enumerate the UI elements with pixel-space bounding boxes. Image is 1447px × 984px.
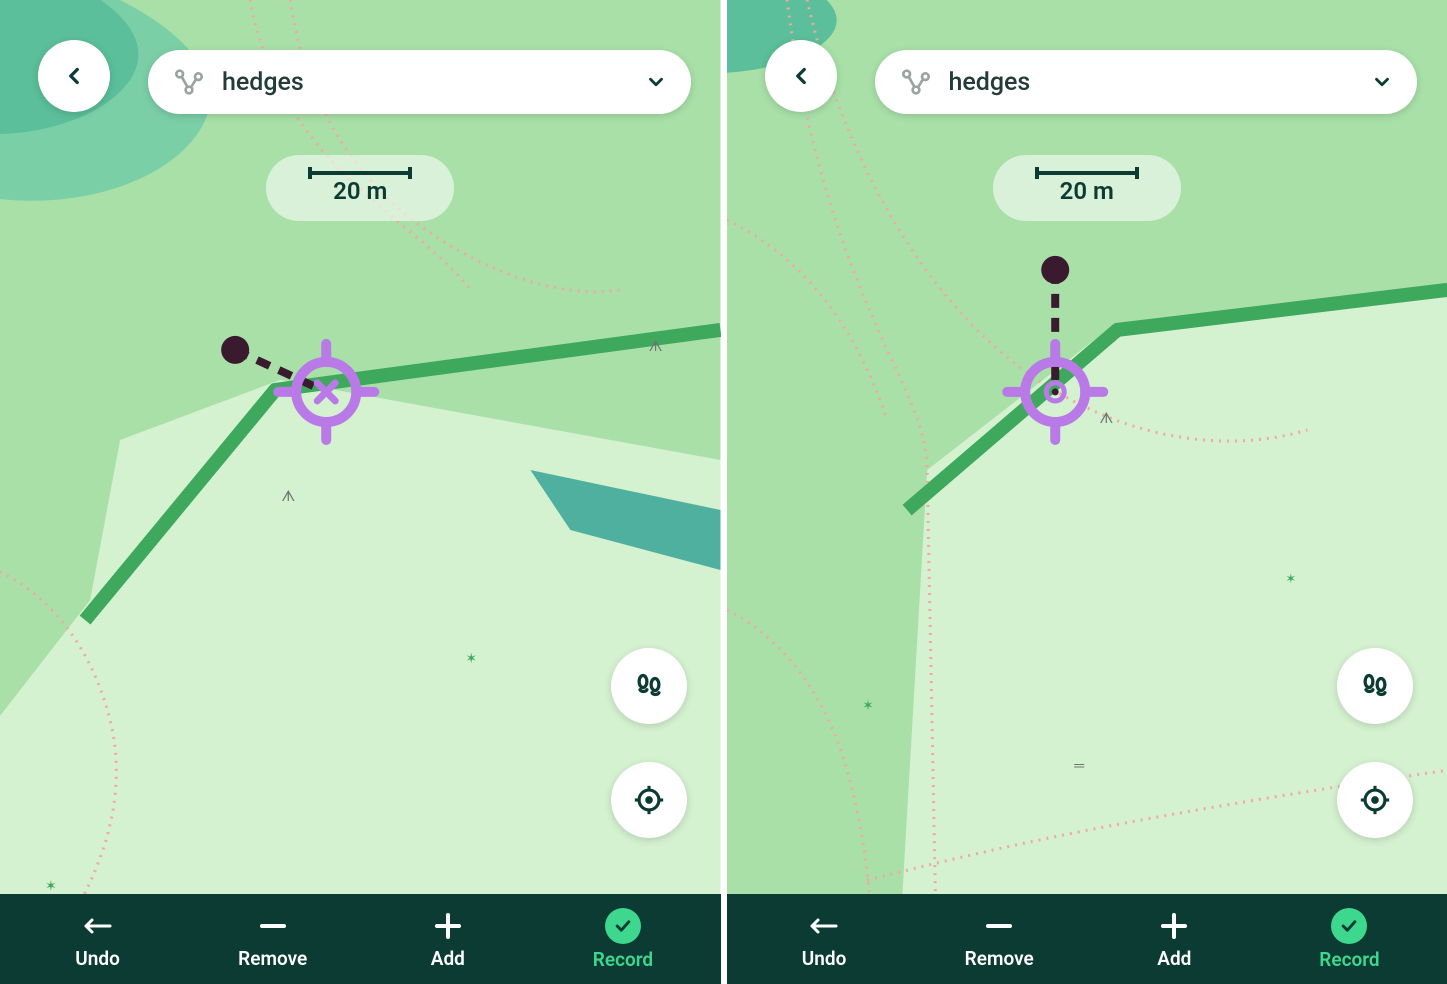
back-button[interactable]	[765, 40, 837, 112]
crosshair-icon	[632, 783, 666, 817]
layer-label: hedges	[949, 68, 1372, 97]
remove-button[interactable]: Remove	[949, 909, 1049, 970]
svg-text:ᗑ: ᗑ	[1099, 409, 1113, 427]
svg-text:✶: ✶	[45, 878, 57, 894]
footsteps-icon	[631, 668, 667, 704]
add-button[interactable]: Add	[398, 909, 498, 970]
crosshair-icon	[1358, 783, 1392, 817]
bottom-toolbar: Undo Remove Add Record	[727, 894, 1447, 984]
panel-right: ᗑ ═ ✶ ✶ hedges 20 m	[727, 0, 1447, 984]
chevron-left-icon	[61, 63, 87, 89]
scale-line-icon	[310, 171, 410, 175]
svg-text:✶: ✶	[862, 698, 874, 714]
gps-center-button[interactable]	[1337, 762, 1413, 838]
remove-button[interactable]: Remove	[223, 909, 323, 970]
scale-line-icon	[1037, 171, 1137, 175]
record-label: Record	[593, 948, 653, 971]
scale-label: 20 m	[333, 177, 387, 205]
minus-icon	[258, 909, 288, 943]
scale-label: 20 m	[1060, 177, 1114, 205]
gps-center-button[interactable]	[611, 762, 687, 838]
chevron-left-icon	[788, 63, 814, 89]
record-button[interactable]: Record	[573, 908, 673, 971]
undo-icon	[80, 909, 116, 943]
walk-mode-button[interactable]	[611, 648, 687, 724]
svg-text:ᗑ: ᗑ	[281, 487, 295, 505]
add-label: Add	[431, 947, 465, 970]
map-canvas-right[interactable]: ᗑ ═ ✶ ✶	[727, 0, 1447, 984]
undo-button[interactable]: Undo	[48, 909, 148, 970]
chevron-down-icon	[1371, 71, 1393, 93]
minus-icon	[984, 909, 1014, 943]
back-button[interactable]	[38, 40, 110, 112]
scale-bar: 20 m	[266, 155, 454, 221]
plus-icon	[433, 909, 463, 943]
undo-label: Undo	[802, 947, 847, 970]
bottom-toolbar: Undo Remove Add Record	[0, 894, 721, 984]
undo-button[interactable]: Undo	[774, 909, 874, 970]
svg-text:ᗑ: ᗑ	[648, 337, 662, 355]
svg-text:✶: ✶	[465, 651, 477, 667]
record-check-icon	[1331, 908, 1367, 944]
record-check-icon	[605, 908, 641, 944]
plus-icon	[1159, 909, 1189, 943]
remove-label: Remove	[238, 947, 307, 970]
polyline-icon	[172, 65, 206, 99]
record-button[interactable]: Record	[1299, 908, 1399, 971]
layer-label: hedges	[222, 68, 645, 97]
add-button[interactable]: Add	[1124, 909, 1224, 970]
layer-selector[interactable]: hedges	[875, 50, 1418, 114]
add-label: Add	[1157, 947, 1191, 970]
record-label: Record	[1319, 948, 1379, 971]
scale-bar: 20 m	[993, 155, 1181, 221]
undo-icon	[806, 909, 842, 943]
walk-mode-button[interactable]	[1337, 648, 1413, 724]
chevron-down-icon	[645, 71, 667, 93]
remove-label: Remove	[965, 947, 1034, 970]
svg-text:═: ═	[1073, 758, 1084, 774]
layer-selector[interactable]: hedges	[148, 50, 691, 114]
panel-left: ᗑ ᗑ ✶ ✶ hedges 20 m	[0, 0, 721, 984]
map-canvas-left[interactable]: ᗑ ᗑ ✶ ✶	[0, 0, 721, 984]
svg-text:✶: ✶	[1285, 572, 1296, 587]
footsteps-icon	[1357, 668, 1393, 704]
undo-label: Undo	[75, 947, 120, 970]
polyline-icon	[899, 65, 933, 99]
